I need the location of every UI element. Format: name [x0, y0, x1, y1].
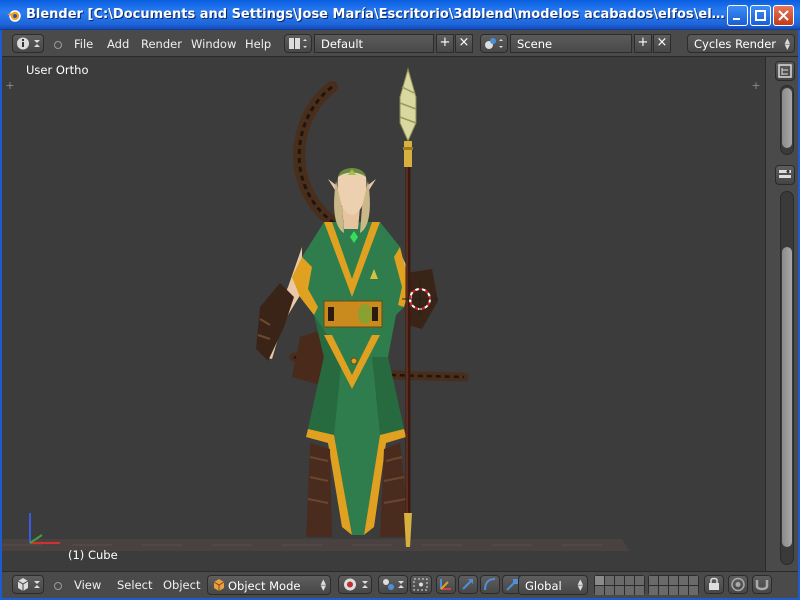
mode-label: Object Mode	[228, 579, 301, 593]
layout-icon	[289, 38, 307, 49]
minimize-button[interactable]	[727, 5, 748, 26]
rotate-manipulator-button[interactable]	[480, 575, 500, 594]
translate-manipulator-button[interactable]	[436, 575, 456, 594]
outliner-editor-icon[interactable]	[775, 61, 795, 81]
menu-window[interactable]: Window	[191, 37, 236, 51]
chevron-updown-icon: ▲ ▼	[320, 578, 326, 592]
translate-arrows-icon	[440, 579, 451, 590]
side-panel	[765, 57, 798, 571]
add-screen-button[interactable]: +	[436, 34, 454, 53]
chevron-updown-icon: ▲ ▼	[784, 37, 790, 51]
proportional-edit-icon	[731, 577, 745, 592]
cube-icon	[213, 579, 225, 591]
render-engine-select[interactable]: Cycles Render ▲ ▼	[687, 34, 795, 53]
axis-gizmo-icon	[29, 513, 60, 544]
collapse-view-menus-toggle[interactable]	[54, 582, 62, 590]
pivot-point-select[interactable]	[378, 575, 408, 594]
properties-editor-icon[interactable]	[775, 165, 795, 185]
spear-tip	[399, 67, 417, 143]
layers-grid-1[interactable]	[594, 575, 645, 595]
maximize-button[interactable]	[750, 5, 771, 26]
blender-logo-icon	[7, 10, 21, 22]
add-scene-button[interactable]: +	[634, 34, 652, 53]
rotate-icon	[484, 578, 496, 591]
info-icon	[17, 37, 40, 50]
properties-scrollbar[interactable]	[780, 191, 794, 565]
arrow-icon	[462, 579, 473, 590]
info-header: File Add Render Window Help Default + × …	[2, 30, 798, 57]
editor-type-3dview-button[interactable]	[12, 575, 44, 594]
outliner-scrollbar[interactable]	[780, 85, 794, 155]
editor-type-button[interactable]	[12, 34, 44, 53]
render-engine-label: Cycles Render	[694, 37, 777, 51]
scene-render	[2, 67, 630, 551]
viewport-shading-select[interactable]	[338, 575, 372, 594]
3d-viewport[interactable]: User Ortho + + (1) Cube	[2, 57, 765, 571]
chevron-updown-icon: ▲ ▼	[577, 578, 583, 592]
screen-layout-selector[interactable]	[284, 34, 312, 53]
lock-camera-layers-button[interactable]	[704, 575, 724, 594]
manipulator-toggle[interactable]	[410, 575, 432, 594]
window-title: Blender [C:\Documents and Settings\Jose …	[26, 7, 726, 22]
shading-sphere-icon	[344, 578, 368, 591]
active-object-label: (1) Cube	[68, 548, 118, 562]
menu-help[interactable]: Help	[245, 37, 271, 51]
menu-render[interactable]: Render	[141, 37, 182, 51]
screen-layout-field[interactable]: Default	[314, 34, 434, 53]
magnet-icon	[755, 580, 769, 591]
menu-object[interactable]: Object	[163, 578, 200, 592]
interaction-mode-select[interactable]: Object Mode ▲ ▼	[207, 575, 331, 595]
move-manipulator-button[interactable]	[458, 575, 478, 594]
remove-scene-button[interactable]: ×	[653, 34, 671, 53]
manipulator-icon	[413, 578, 428, 591]
right-boot	[380, 443, 406, 537]
collapse-menus-toggle[interactable]	[54, 41, 62, 49]
scene-icon	[485, 38, 503, 49]
scene-field[interactable]: Scene	[510, 34, 632, 53]
lock-icon	[709, 577, 719, 590]
bow	[293, 81, 340, 229]
transform-orientation-select[interactable]: Global ▲ ▼	[518, 575, 588, 595]
proportional-edit-button[interactable]	[728, 575, 748, 594]
3d-view-header: View Select Object Object Mode ▲▼ Globa	[2, 571, 798, 598]
menu-view[interactable]: View	[74, 578, 101, 592]
orientation-label: Global	[525, 579, 562, 593]
snap-toggle-button[interactable]	[752, 575, 772, 594]
pivot-icon	[383, 579, 404, 590]
menu-add[interactable]: Add	[107, 37, 129, 51]
menu-file[interactable]: File	[74, 37, 93, 51]
layers-grid-2[interactable]	[648, 575, 699, 595]
scene-selector[interactable]	[480, 34, 508, 53]
3d-view-icon	[17, 578, 40, 591]
window-titlebar: Blender [C:\Documents and Settings\Jose …	[0, 0, 800, 30]
left-boot	[306, 443, 332, 537]
close-button[interactable]	[773, 5, 794, 26]
menu-select[interactable]: Select	[117, 578, 152, 592]
remove-screen-button[interactable]: ×	[455, 34, 473, 53]
